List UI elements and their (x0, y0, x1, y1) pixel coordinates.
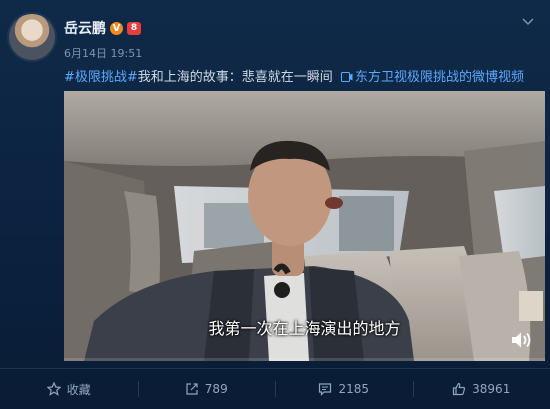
like-count: 38961 (472, 382, 511, 396)
share-button[interactable]: 789 (137, 369, 276, 409)
level-badge-icon: 8 (127, 21, 141, 35)
verified-badge-icon: V (110, 21, 123, 35)
weibo-post-card: 岳云鹏 V 8 6月14日 19:51 #极限挑战#我和上海的故事：悲喜就在一瞬… (0, 0, 550, 409)
video-link-label[interactable]: 东方卫视极限挑战的微博视频 (355, 70, 524, 85)
share-count: 789 (204, 382, 228, 396)
video-subtitle: 我第一次在上海演出的地方 (208, 319, 401, 338)
username[interactable]: 岳云鹏 (64, 18, 106, 38)
favorite-button[interactable]: 收藏 (0, 369, 138, 409)
post-body: 我和上海的故事：悲喜就在一瞬间 (137, 70, 333, 85)
volume-icon[interactable] (511, 331, 533, 349)
star-icon (46, 382, 61, 396)
avatar[interactable] (9, 14, 55, 60)
video-link-icon (340, 72, 353, 82)
hashtag-link[interactable]: #极限挑战# (64, 70, 138, 85)
video-progress-bar[interactable] (64, 358, 545, 361)
share-icon (186, 383, 198, 395)
comment-icon (319, 383, 332, 396)
post-text: #极限挑战#我和上海的故事：悲喜就在一瞬间 东方卫视极限挑战的微博视频 (64, 66, 544, 85)
chevron-down-icon[interactable] (520, 14, 536, 30)
video-player[interactable]: 我第一次在上海演出的地方 (64, 91, 545, 361)
video-link[interactable]: 东方卫视极限挑战的微博视频 (337, 70, 524, 85)
like-icon (453, 382, 466, 396)
comment-button[interactable]: 2185 (275, 369, 413, 409)
action-bar: 收藏 789 2185 38961 (0, 369, 550, 409)
favorite-label: 收藏 (66, 382, 91, 397)
timestamp[interactable]: 6月14日 19:51 (64, 45, 142, 61)
post-header: 岳云鹏 V 8 (64, 18, 141, 38)
comment-count: 2185 (338, 382, 370, 396)
like-button[interactable]: 38961 (412, 369, 550, 409)
